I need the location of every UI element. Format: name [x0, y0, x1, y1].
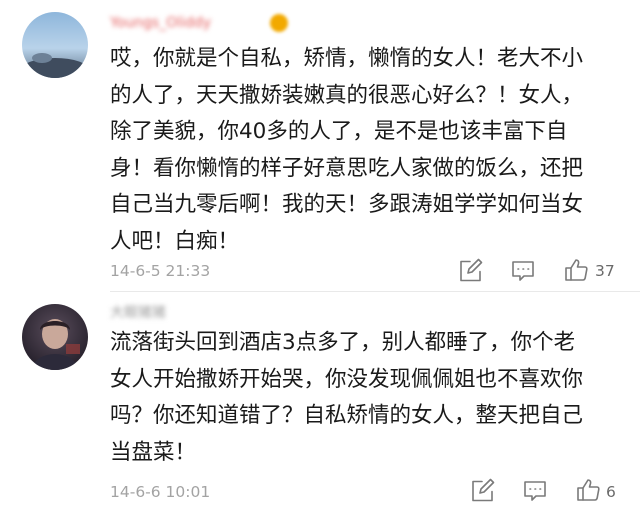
thumbs-up-icon[interactable] [575, 477, 601, 503]
avatar[interactable] [22, 304, 88, 370]
avatar[interactable] [22, 12, 88, 78]
comment-text: 流落街头回到酒店3点多了，别人都睡了，你个老 女人开始撒娇开始哭，你没发现佩佩姐… [110, 330, 584, 465]
username[interactable]: 大眼猪猪 [110, 302, 166, 324]
comment-time: 14-6-6 10:01 [110, 483, 211, 501]
like-count: 37 [595, 262, 615, 280]
thumbs-up-icon[interactable] [563, 257, 589, 283]
avatar-image [22, 12, 88, 78]
comment-item: Youngs_Oliddy 哎，你就是个自私，矫情，懒惰的女人！老大不小 的人了… [0, 0, 640, 292]
comment-bubble-icon[interactable] [510, 258, 536, 284]
username[interactable]: Youngs_Oliddy [110, 12, 211, 34]
vip-badge-icon [270, 14, 288, 32]
edit-share-icon[interactable] [457, 258, 483, 284]
avatar-image [22, 304, 88, 370]
like-count: 6 [606, 483, 616, 501]
comment-item: 大眼猪猪 流落街头回到酒店3点多了，别人都睡了，你个老 女人开始撒娇开始哭，你没… [0, 292, 640, 513]
edit-share-icon[interactable] [469, 478, 495, 504]
comment-time: 14-6-5 21:33 [110, 262, 211, 280]
comment-bubble-icon[interactable] [522, 478, 548, 504]
comment-text: 哎，你就是个自私，矫情，懒惰的女人！老大不小 的人了，天天撒娇装嫩真的很恶心好么… [110, 46, 584, 254]
